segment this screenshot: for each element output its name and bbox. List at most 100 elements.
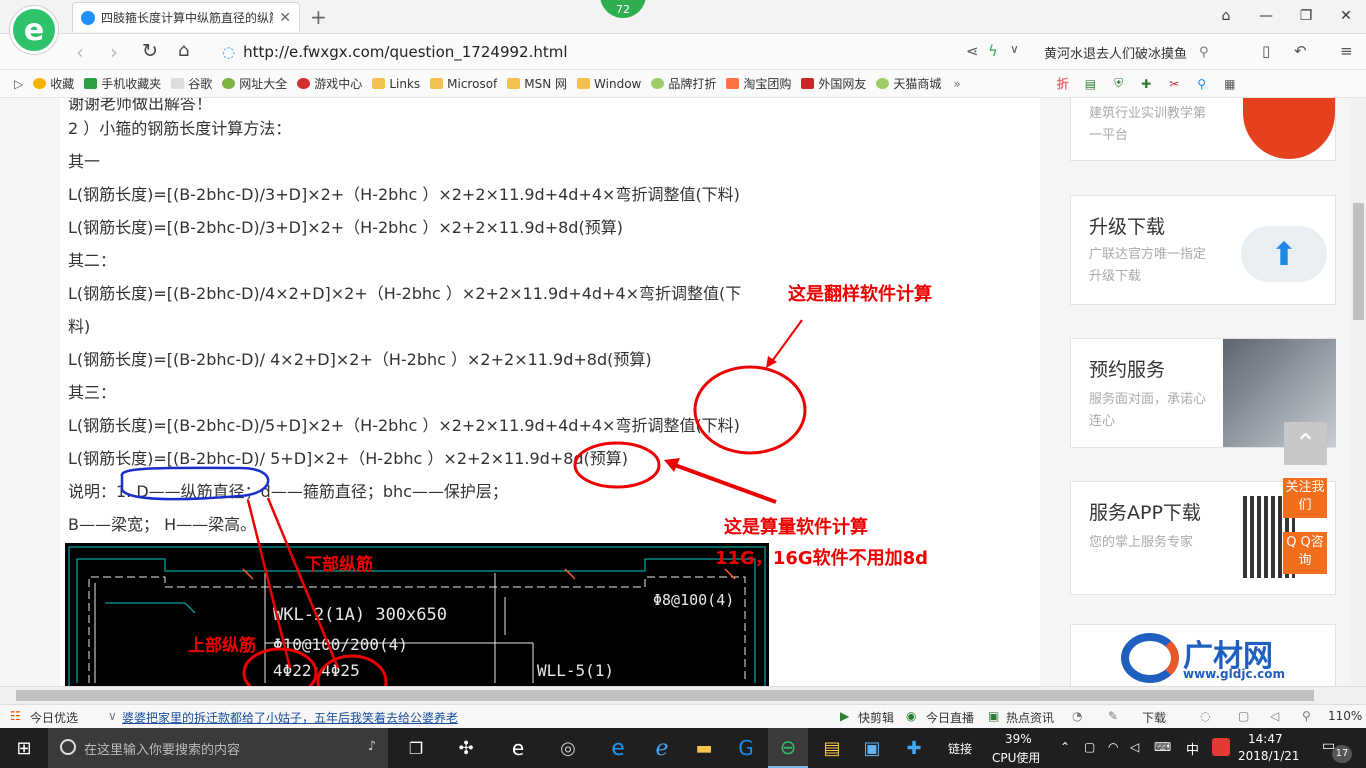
live-link[interactable]: 今日直播 <box>926 709 974 726</box>
chevron-down-icon[interactable]: ∨ <box>1010 42 1019 56</box>
edge-app-icon[interactable]: e <box>598 728 638 768</box>
shield-icon[interactable]: ⛨ <box>1114 76 1123 91</box>
back-icon[interactable]: ‹ <box>76 40 84 64</box>
site-info-icon[interactable]: ◌ <box>222 43 235 61</box>
refresh-icon[interactable]: ↻ <box>142 40 158 62</box>
lightning-icon[interactable]: ϟ <box>988 42 998 60</box>
search-icon[interactable]: ⚲ <box>1199 45 1209 60</box>
phone-icon[interactable]: ▯ <box>1262 42 1270 60</box>
minimize-icon[interactable]: — <box>1246 0 1286 32</box>
horizontal-scroll-thumb[interactable] <box>16 690 1314 701</box>
brush-icon[interactable]: ✎ <box>1108 709 1118 723</box>
follow-us-button[interactable]: 关注我们 <box>1283 478 1327 518</box>
more-bookmarks-icon[interactable]: » <box>953 77 960 91</box>
annotation-suanliang: 这是算量软件计算 <box>724 517 868 538</box>
bookmark-item[interactable]: 外国网友 <box>801 75 866 92</box>
shirt-icon[interactable]: ⌂ <box>1206 0 1246 32</box>
card-training[interactable]: 建筑行业实训教学第一平台 <box>1070 98 1336 161</box>
new-tab-icon[interactable]: + <box>310 5 327 29</box>
search-tool-icon[interactable]: ⚲ <box>1197 77 1206 91</box>
speed-icon[interactable]: ◔ <box>1072 709 1082 723</box>
bookmark-item[interactable]: 收藏 <box>33 75 74 92</box>
ime-indicator[interactable]: 中 <box>1186 739 1199 758</box>
plus-app-icon[interactable]: ✚ <box>894 728 934 768</box>
zoom-icon[interactable]: ⚲ <box>1302 709 1311 723</box>
bookmark-item[interactable]: 网址大全 <box>222 75 287 92</box>
restore-icon[interactable]: ❐ <box>1286 0 1326 32</box>
bookmark-item[interactable]: 天猫商城 <box>876 75 941 92</box>
zoom-level[interactable]: 110% <box>1328 709 1362 723</box>
tab-bar: 四肢箍长度计算中纵筋直径的纵筋 ✕ + 72 ⌂ — ❐ ✕ <box>0 0 1366 34</box>
volume-icon[interactable]: ◁ <box>1130 740 1139 754</box>
download-link[interactable]: 下载 <box>1142 709 1166 726</box>
notification-count[interactable]: 17 <box>1332 745 1352 763</box>
clock-date[interactable]: 2018/1/21 <box>1238 749 1300 763</box>
notes-app-icon[interactable]: ▤ <box>812 728 852 768</box>
url-text: http://e.fwxgx.com/question_1724992.html <box>243 43 568 61</box>
grid-icon[interactable]: ▦ <box>1224 77 1235 91</box>
qq-consult-button[interactable]: Q Q咨询 <box>1283 532 1327 574</box>
card-upgrade-title: 升级下载 <box>1089 216 1166 238</box>
kuaijianji-link[interactable]: 快剪辑 <box>858 709 894 726</box>
tray-up-icon[interactable]: ⌃ <box>1060 740 1070 754</box>
card-upgrade[interactable]: 升级下载 广联达官方唯一指定升级下载 ⬆ <box>1070 195 1336 305</box>
bookmark-item[interactable]: 游戏中心 <box>297 75 362 92</box>
file-explorer-icon[interactable]: ▬ <box>684 728 724 768</box>
bookmark-item[interactable]: 谷歌 <box>171 75 212 92</box>
bookmark-item[interactable]: 淘宝团购 <box>726 75 791 92</box>
vertical-scroll-thumb[interactable] <box>1353 203 1364 320</box>
close-tab-icon[interactable]: ✕ <box>279 10 291 26</box>
menu-icon[interactable]: ≡ <box>1340 42 1353 60</box>
scissors-icon[interactable]: ✂ <box>1169 77 1179 91</box>
tab-active[interactable]: 四肢箍长度计算中纵筋直径的纵筋 ✕ <box>72 2 300 32</box>
wifi-icon[interactable]: ◠ <box>1108 740 1118 754</box>
swirl-app-icon[interactable]: ◎ <box>548 728 588 768</box>
forward-icon[interactable]: › <box>110 40 118 64</box>
sidebar-toggle-icon[interactable]: ▷ <box>14 77 23 91</box>
vertical-scrollbar[interactable] <box>1351 98 1366 686</box>
search-input[interactable]: 黄河水退去人们破冰摸鱼 ⚲ <box>1044 40 1240 64</box>
ie-app-icon[interactable]: ℯ <box>642 728 682 768</box>
today-picks-link[interactable]: 今日优选 <box>30 709 78 726</box>
links-toolbar[interactable]: 链接 <box>948 740 972 757</box>
clean-icon[interactable]: ◌ <box>1200 709 1210 723</box>
home-icon[interactable]: ⌂ <box>178 40 189 61</box>
card-service-sub: 服务面对面，承诺心连心 <box>1089 392 1207 429</box>
undo-icon[interactable]: ↶ <box>1294 42 1307 60</box>
bookmark-item[interactable]: 品牌打折 <box>651 75 716 92</box>
discount-icon[interactable]: 折 <box>1057 75 1069 92</box>
cad-stirrup-label: Φ10@100/200(4) <box>273 635 408 654</box>
news-link[interactable]: 婆婆把家里的拆迁款都给了小姑子，五年后我笑着去给公婆养老 <box>122 709 458 726</box>
tray-app-icon[interactable]: ▢ <box>1084 740 1095 754</box>
keyboard-icon[interactable]: ⌨ <box>1154 740 1171 754</box>
bookmark-item[interactable]: Microsof <box>430 77 497 91</box>
notification-badge[interactable]: 72 <box>600 0 646 18</box>
bookmark-item[interactable]: Window <box>577 77 641 91</box>
bookmark-item[interactable]: MSN 网 <box>507 75 567 92</box>
sound-icon[interactable]: ◁ <box>1270 709 1279 723</box>
bookmark-item[interactable]: Links <box>372 77 420 91</box>
glodon-app-icon[interactable]: G <box>726 728 766 768</box>
task-view-icon[interactable]: ❐ <box>396 728 436 768</box>
sogou-icon[interactable] <box>1212 738 1230 756</box>
browser-active-app-icon[interactable]: ⊖ <box>768 728 808 768</box>
card-brand[interactable]: 广材网 www.gldjc.com <box>1070 624 1336 686</box>
taskbar-search-input[interactable]: 在这里输入你要搜索的内容 ♪ <box>48 728 388 768</box>
microphone-icon[interactable]: ♪ <box>368 739 376 754</box>
bookmark-item[interactable]: 手机收藏夹 <box>84 75 161 92</box>
start-windows-icon[interactable]: ⊞ <box>0 728 48 768</box>
horizontal-scrollbar[interactable] <box>0 686 1366 704</box>
book-icon[interactable]: ▤ <box>1085 77 1096 91</box>
url-field[interactable]: ◌ http://e.fwxgx.com/question_1724992.ht… <box>222 39 1034 65</box>
browser-logo-icon[interactable]: e <box>10 6 58 54</box>
window-icon[interactable]: ▢ <box>1238 709 1249 723</box>
puzzle-icon[interactable]: ✚ <box>1141 77 1151 91</box>
hot-news-link[interactable]: 热点资讯 <box>1006 709 1054 726</box>
share-icon[interactable]: ⋖ <box>966 42 979 60</box>
back-to-top-button[interactable]: ⌃ <box>1284 422 1327 465</box>
clock-time[interactable]: 14:47 <box>1248 732 1283 746</box>
pinwheel-app-icon[interactable]: ✣ <box>446 728 486 768</box>
close-window-icon[interactable]: ✕ <box>1326 0 1366 32</box>
browser-e-app-icon[interactable]: e <box>498 728 538 768</box>
screenshot-app-icon[interactable]: ▣ <box>852 728 892 768</box>
